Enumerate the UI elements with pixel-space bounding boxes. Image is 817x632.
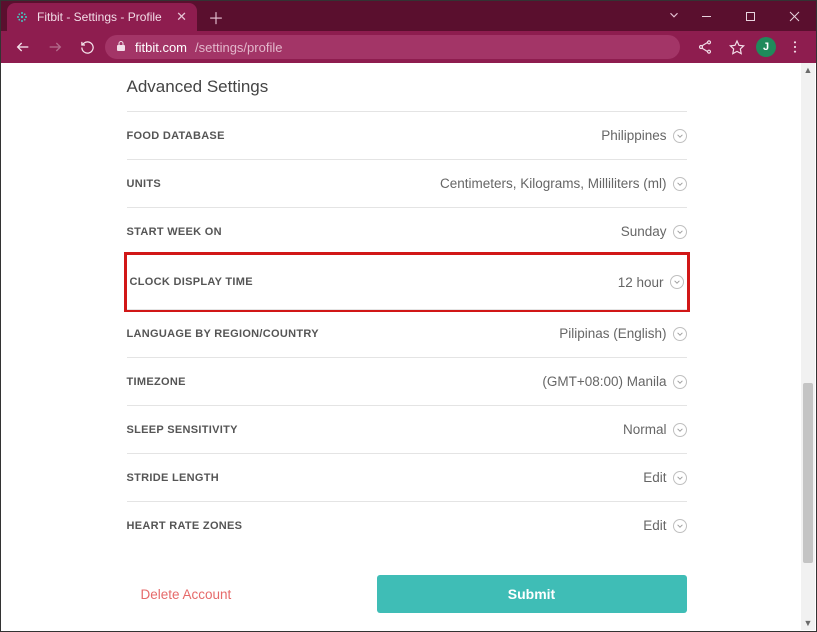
- new-tab-button[interactable]: ＋: [203, 4, 229, 30]
- row-sleep-sensitivity: SLEEP SENSITIVITY Normal: [127, 405, 687, 453]
- row-start-week-on: START WEEK ON Sunday: [127, 207, 687, 255]
- nav-back-icon[interactable]: [9, 33, 37, 61]
- row-language: LANGUAGE BY REGION/COUNTRY Pilipinas (En…: [127, 309, 687, 357]
- submit-button[interactable]: Submit: [377, 575, 687, 613]
- form-actions: Delete Account Submit: [127, 575, 687, 613]
- window-close-icon[interactable]: [772, 1, 816, 31]
- row-value-timezone[interactable]: (GMT+08:00) Manila: [542, 374, 686, 389]
- chevron-down-icon: [673, 519, 687, 533]
- row-value-heart-rate-zones[interactable]: Edit: [643, 518, 686, 533]
- lock-icon: [115, 40, 127, 55]
- chevron-down-icon: [673, 129, 687, 143]
- row-label: STRIDE LENGTH: [127, 472, 220, 484]
- chevron-down-icon: [673, 327, 687, 341]
- chevron-down-icon: [673, 225, 687, 239]
- browser-toolbar: fitbit.com/settings/profile J: [1, 31, 816, 63]
- row-food-database: FOOD DATABASE Philippines: [127, 111, 687, 159]
- delete-account-link[interactable]: Delete Account: [127, 587, 232, 602]
- chevron-down-icon: [670, 275, 684, 289]
- chevron-down-icon: [673, 423, 687, 437]
- row-stride-length: STRIDE LENGTH Edit: [127, 453, 687, 501]
- row-label: HEART RATE ZONES: [127, 520, 243, 532]
- bookmark-star-icon[interactable]: [724, 34, 750, 60]
- url-path: /settings/profile: [195, 40, 282, 55]
- share-icon[interactable]: [692, 34, 718, 60]
- row-value-start-week-on[interactable]: Sunday: [621, 224, 687, 239]
- row-label: TIMEZONE: [127, 376, 186, 388]
- chevron-down-icon: [673, 177, 687, 191]
- row-label: FOOD DATABASE: [127, 130, 225, 142]
- row-label: START WEEK ON: [127, 226, 222, 238]
- url-host: fitbit.com: [135, 40, 187, 55]
- window-maximize-icon[interactable]: [728, 1, 772, 31]
- address-bar[interactable]: fitbit.com/settings/profile: [105, 35, 680, 59]
- row-label: CLOCK DISPLAY TIME: [130, 276, 253, 288]
- row-units: UNITS Centimeters, Kilograms, Milliliter…: [127, 159, 687, 207]
- highlight-clock-display-time: CLOCK DISPLAY TIME 12 hour: [124, 252, 690, 312]
- scroll-down-icon[interactable]: ▼: [801, 616, 815, 630]
- row-value-units[interactable]: Centimeters, Kilograms, Milliliters (ml): [440, 176, 687, 191]
- scroll-up-icon[interactable]: ▲: [801, 63, 815, 77]
- section-title: Advanced Settings: [127, 77, 687, 97]
- scrollbar[interactable]: ▲ ▼: [801, 63, 815, 630]
- nav-reload-icon[interactable]: [73, 33, 101, 61]
- tab-close-icon[interactable]: ✕: [176, 9, 187, 25]
- row-label: UNITS: [127, 178, 162, 190]
- chevron-down-icon: [673, 375, 687, 389]
- row-timezone: TIMEZONE (GMT+08:00) Manila: [127, 357, 687, 405]
- row-value-food-database[interactable]: Philippines: [601, 128, 686, 143]
- window-controls: [684, 1, 816, 31]
- kebab-menu-icon[interactable]: [782, 34, 808, 60]
- row-heart-rate-zones: HEART RATE ZONES Edit: [127, 501, 687, 549]
- row-value-language[interactable]: Pilipinas (English): [559, 326, 686, 341]
- browser-titlebar: Fitbit - Settings - Profile ✕ ＋: [1, 1, 816, 31]
- fitbit-favicon: [15, 10, 29, 24]
- chevron-down-icon: [673, 471, 687, 485]
- row-value-stride-length[interactable]: Edit: [643, 470, 686, 485]
- row-value-clock-display-time[interactable]: 12 hour: [618, 275, 684, 290]
- page-viewport: ▲ ▼ Advanced Settings FOOD DATABASE Phil…: [2, 63, 815, 630]
- row-label: SLEEP SENSITIVITY: [127, 424, 238, 436]
- row-value-sleep-sensitivity[interactable]: Normal: [623, 422, 687, 437]
- row-label: LANGUAGE BY REGION/COUNTRY: [127, 328, 319, 340]
- scrollbar-thumb[interactable]: [803, 383, 813, 563]
- browser-tab[interactable]: Fitbit - Settings - Profile ✕: [7, 3, 197, 31]
- tabs-dropdown-icon[interactable]: [667, 8, 681, 27]
- row-clock-display-time: CLOCK DISPLAY TIME 12 hour: [127, 255, 687, 309]
- profile-avatar[interactable]: J: [756, 37, 776, 57]
- window-minimize-icon[interactable]: [684, 1, 728, 31]
- nav-forward-icon[interactable]: [41, 33, 69, 61]
- settings-content: Advanced Settings FOOD DATABASE Philippi…: [127, 63, 687, 630]
- tab-title: Fitbit - Settings - Profile: [37, 10, 168, 24]
